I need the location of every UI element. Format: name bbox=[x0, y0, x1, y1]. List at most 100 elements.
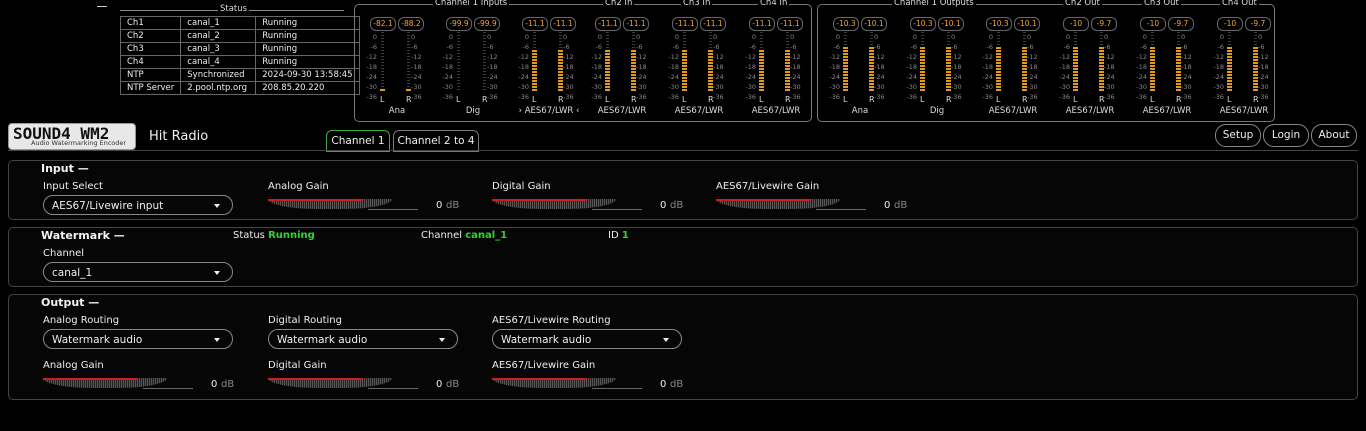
tab-channel-1[interactable]: Channel 1 bbox=[326, 130, 390, 152]
scale-tick: 0 bbox=[1104, 33, 1109, 41]
watermark-section-title[interactable]: Watermark — bbox=[41, 229, 125, 242]
meter-seg bbox=[1227, 47, 1232, 49]
scale-tick: -6 bbox=[910, 43, 917, 51]
collapse-dash[interactable] bbox=[97, 6, 107, 7]
meter-seg bbox=[407, 62, 410, 63]
scale-tick: -36 bbox=[951, 93, 962, 101]
meter-scale: 0 -6 -12 -18 -24 -30 -36 bbox=[515, 32, 529, 102]
watermark-channel-select[interactable]: canal_1 bbox=[43, 262, 233, 282]
input-select[interactable]: AES67/Livewire input bbox=[43, 195, 233, 215]
scale-tick: -12 bbox=[906, 53, 917, 61]
scale-tick: 0 bbox=[674, 33, 679, 41]
digital-routing-select[interactable]: Watermark audio bbox=[268, 329, 458, 349]
meter-seg bbox=[1100, 35, 1103, 36]
meter-seg bbox=[843, 59, 848, 61]
meter-seg bbox=[843, 47, 848, 49]
output-section-title[interactable]: Output — bbox=[41, 296, 99, 309]
meter-seg bbox=[760, 32, 763, 33]
meter-seg bbox=[1150, 89, 1155, 91]
meter-seg bbox=[682, 80, 687, 82]
meter-seg bbox=[457, 83, 460, 84]
meter-seg bbox=[709, 32, 712, 33]
scale-tick: -18 bbox=[1213, 63, 1224, 71]
scale-tick: -36 bbox=[636, 93, 647, 101]
meter-seg bbox=[844, 44, 847, 45]
meter-seg bbox=[759, 65, 764, 67]
meter-seg bbox=[708, 62, 713, 64]
meter-seg bbox=[1099, 86, 1104, 88]
meter-seg bbox=[1253, 65, 1258, 67]
meter-seg bbox=[532, 74, 537, 76]
meter-seg bbox=[921, 41, 924, 42]
meter-seg bbox=[843, 62, 848, 64]
meter-seg bbox=[381, 62, 384, 63]
scale-tick: -24 bbox=[591, 73, 602, 81]
meter-scale: 0 -6 -12 -18 -24 -30 -36 bbox=[1056, 32, 1070, 102]
scale-tick: -36 bbox=[518, 93, 529, 101]
meter-seg bbox=[708, 59, 713, 61]
meter-seg bbox=[1253, 53, 1258, 55]
meter-seg bbox=[1176, 56, 1181, 58]
meter-seg bbox=[759, 68, 764, 70]
meter-scale: 0 -6 -12 -18 -24 -30 -36 bbox=[1133, 32, 1147, 102]
input-section-title[interactable]: Input — bbox=[41, 162, 89, 175]
meter-seg bbox=[920, 59, 925, 61]
meter-seg bbox=[997, 38, 1000, 39]
meter-seg bbox=[1228, 32, 1231, 33]
gain-slider[interactable] bbox=[268, 199, 418, 211]
meter-seg bbox=[759, 74, 764, 76]
meter-seg bbox=[533, 44, 536, 45]
gain-slider[interactable] bbox=[43, 378, 193, 390]
channel-label: R bbox=[1022, 95, 1028, 104]
meter-seg bbox=[631, 62, 636, 64]
peak-right: -9.7 bbox=[1245, 17, 1271, 31]
meter-seg bbox=[605, 62, 610, 64]
gain-slider[interactable] bbox=[492, 199, 642, 211]
channel-label: L bbox=[843, 95, 848, 104]
meter-seg bbox=[946, 71, 951, 73]
aes67-routing-select[interactable]: Watermark audio bbox=[492, 329, 682, 349]
meter-seg bbox=[869, 71, 874, 73]
gain-slider[interactable] bbox=[492, 378, 642, 390]
meter-seg bbox=[946, 86, 951, 88]
meter-seg bbox=[407, 74, 410, 75]
meter-seg bbox=[947, 41, 950, 42]
scale-tick: 0 bbox=[563, 33, 568, 41]
about-button[interactable]: About bbox=[1311, 124, 1357, 147]
meter-seg bbox=[996, 47, 1001, 49]
meter-seg bbox=[407, 47, 410, 48]
peak-right: -11.1 bbox=[777, 17, 803, 31]
peak-right: -99.9 bbox=[474, 17, 500, 31]
meter-seg bbox=[1177, 38, 1180, 39]
scale-tick: 0 bbox=[790, 33, 795, 41]
meter-seg bbox=[1177, 41, 1180, 42]
scale-tick: 0 bbox=[636, 33, 641, 41]
meter-scale: 0 -6 -12 -18 -24 -30 -36 bbox=[1027, 32, 1041, 102]
digital-gain-label: Digital Gain bbox=[492, 181, 551, 192]
setup-button[interactable]: Setup bbox=[1215, 124, 1261, 147]
meter-seg bbox=[532, 83, 537, 85]
scale-tick: -30 bbox=[668, 83, 679, 91]
peak-right: -10.1 bbox=[861, 17, 887, 31]
meter-seg bbox=[947, 32, 950, 33]
meter-seg bbox=[1099, 65, 1104, 67]
meter-seg bbox=[1176, 86, 1181, 88]
peak-left: -11.1 bbox=[749, 17, 775, 31]
meter-seg bbox=[760, 38, 763, 39]
meter-seg bbox=[533, 35, 536, 36]
gain-slider[interactable] bbox=[268, 378, 418, 390]
meter-seg bbox=[760, 41, 763, 42]
meter-seg bbox=[381, 41, 384, 42]
meter-seg bbox=[631, 65, 636, 67]
analog-routing-select[interactable]: Watermark audio bbox=[43, 329, 233, 349]
meter-seg bbox=[946, 77, 951, 79]
scale-tick: -30 bbox=[790, 83, 801, 91]
meter-seg bbox=[682, 74, 687, 76]
scale-tick: 0 bbox=[1181, 33, 1186, 41]
tab-channel-2-to-4[interactable]: Channel 2 to 4 bbox=[393, 130, 479, 152]
meter-seg bbox=[843, 68, 848, 70]
meter-seg bbox=[1176, 71, 1181, 73]
login-button[interactable]: Login bbox=[1263, 124, 1309, 147]
meter-seg bbox=[1150, 50, 1155, 52]
gain-slider[interactable] bbox=[716, 199, 866, 211]
